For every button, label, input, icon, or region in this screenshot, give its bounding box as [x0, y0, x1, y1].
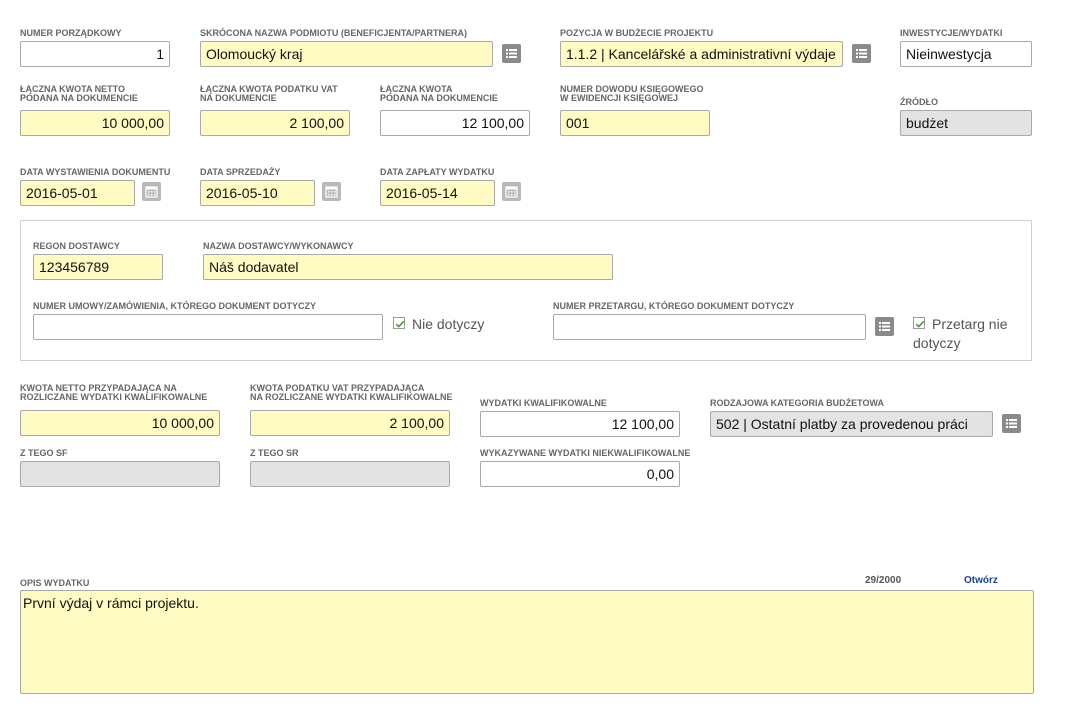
- niekwalifikowalne-label: WYKAZYWANE WYDATKI NIEKWALIFIKOWALNE: [480, 448, 691, 458]
- inwestycje-label: INWESTYCJE/WYDATKI: [900, 29, 1003, 38]
- nie-dotyczy-checkbox[interactable]: [393, 317, 405, 329]
- przetarg-list-button[interactable]: [875, 317, 894, 336]
- list-icon: [1006, 419, 1017, 428]
- numer-przetargu-label: NUMER PRZETARGU, KTÓREGO DOKUMENT DOTYCZ…: [553, 301, 795, 311]
- data-wystawienia-field[interactable]: 2016-05-01: [20, 180, 135, 206]
- inwestycje-field[interactable]: Nieinwestycja: [900, 41, 1032, 67]
- vat-label: ŁĄCZNA KWOTA PODATKU VAT NA DOKUMENCIE: [200, 85, 338, 103]
- z-tego-sf-field: [20, 461, 220, 487]
- kwota-netto-kwal-field[interactable]: 10 000,00: [20, 410, 220, 436]
- kwota-netto-kwal-label-line2: ROZLICZANE WYDATKI KWALIFIKOWALNE: [20, 392, 208, 402]
- kategoria-budzetowa-field[interactable]: 502 | Ostatní platby za provedenou práci: [710, 411, 993, 437]
- numer-porzadkowy-field[interactable]: 1: [20, 41, 170, 67]
- regon-label: REGON DOSTAWCY: [33, 241, 120, 251]
- kwota-vat-kwal-label: KWOTA PODATKU VAT PRZYPADAJĄCA NA ROZLIC…: [250, 384, 452, 402]
- podmiot-label: SKRÓCONA NAZWA PODMIOTU (BENEFICJENTA/PA…: [200, 28, 467, 38]
- przetarg-label-line1: Przetarg nie: [932, 316, 1008, 332]
- nie-dotyczy-label[interactable]: Nie dotyczy: [412, 315, 484, 334]
- pozycja-label: POZYCJA W BUDŻECIE PROJEKTU: [560, 28, 714, 38]
- calendar-icon: [145, 186, 158, 198]
- pozycja-list-button[interactable]: [852, 44, 871, 63]
- opis-open-link[interactable]: Otwórz: [964, 575, 998, 586]
- data-zaplaty-calendar-button[interactable]: [502, 182, 521, 201]
- kategoria-list-button[interactable]: [1002, 414, 1021, 433]
- pozycja-field[interactable]: 1.1.2 | Kancelářské a administrativní vý…: [560, 41, 843, 67]
- wydatki-kwal-label: WYDATKI KWALIFIKOWALNE: [480, 398, 607, 408]
- kwota-label-line2: PODANA NA DOKUMENCIE: [380, 93, 498, 103]
- podmiot-list-button[interactable]: [502, 44, 521, 63]
- opis-wydatku-label: OPIS WYDATKU: [20, 578, 90, 588]
- z-tego-sr-label: Z TEGO SR: [250, 448, 299, 458]
- przetarg-label-line2: dotyczy: [913, 335, 961, 351]
- numer-przetargu-field[interactable]: [553, 314, 866, 340]
- z-tego-sf-label: Z TEGO SF: [20, 448, 68, 458]
- regon-field[interactable]: 123456789: [33, 254, 163, 280]
- data-sprzedazy-field[interactable]: 2016-05-10: [200, 180, 315, 206]
- list-icon: [879, 322, 890, 331]
- dowod-field[interactable]: 001: [560, 110, 710, 136]
- vat-field[interactable]: 2 100,00: [200, 110, 350, 136]
- nazwa-dostawcy-label: NAZWA DOSTAWCY/WYKONAWCY: [203, 241, 354, 251]
- kwota-vat-kwal-field[interactable]: 2 100,00: [250, 410, 450, 436]
- netto-field[interactable]: 10 000,00: [20, 110, 170, 136]
- nazwa-dostawcy-field[interactable]: Náš dodavatel: [203, 254, 613, 280]
- wydatki-kwal-field[interactable]: 12 100,00: [480, 411, 680, 437]
- niekwalifikowalne-field[interactable]: 0,00: [480, 461, 680, 487]
- opis-wydatku-textarea[interactable]: První výdaj v rámci projektu.: [20, 590, 1034, 694]
- data-sprzedazy-label: DATA SPRZEDAŻY: [200, 167, 281, 177]
- dowod-label-line2: W EWIDENCJI KSIĘGOWEJ: [560, 93, 679, 103]
- netto-label-line2: PODANA NA DOKUMENCIE: [20, 93, 138, 103]
- kwota-vat-kwal-label-line2: NA ROZLICZANE WYDATKI KWALIFIKOWALNE: [250, 392, 453, 402]
- kwota-field[interactable]: 12 100,00: [380, 110, 530, 136]
- numer-porzadkowy-label: NUMER PORZĄDKOWY: [20, 28, 122, 38]
- podmiot-field[interactable]: Olomoucký kraj: [200, 41, 493, 67]
- dowod-label: NUMER DOWODU KSIĘGOWEGO W EWIDENCJI KSIĘ…: [560, 85, 704, 103]
- vat-label-line2: NA DOKUMENCIE: [200, 93, 277, 103]
- data-wystawienia-label: DATA WYSTAWIENIA DOKUMENTU: [20, 167, 171, 177]
- calendar-icon: [325, 186, 338, 198]
- opis-char-counter: 29/2000: [865, 575, 902, 586]
- calendar-icon: [505, 186, 518, 198]
- data-zaplaty-label: DATA ZAPŁATY WYDATKU: [380, 167, 495, 177]
- data-zaplaty-field[interactable]: 2016-05-14: [380, 180, 495, 206]
- kwota-netto-kwal-label: KWOTA NETTO PRZYPADAJĄCA NA ROZLICZANE W…: [20, 384, 207, 402]
- netto-label: ŁĄCZNA KWOTA NETTO PODANA NA DOKUMENCIE: [20, 85, 138, 103]
- zrodlo-label: ŹRÓDŁO: [900, 97, 938, 107]
- kategoria-budzetowa-label: RODZAJOWA KATEGORIA BUDŻETOWA: [710, 398, 884, 408]
- z-tego-sr-field: [250, 461, 450, 487]
- data-wystawienia-calendar-button[interactable]: [142, 182, 161, 201]
- kwota-label: ŁĄCZNA KWOTA PODANA NA DOKUMENCIE: [380, 85, 498, 103]
- zrodlo-field: budżet: [900, 110, 1032, 136]
- numer-umowy-field[interactable]: [33, 314, 383, 340]
- list-icon: [506, 49, 517, 58]
- numer-umowy-label: NUMER UMOWY/ZAMÓWIENIA, KTÓREGO DOKUMENT…: [33, 301, 316, 311]
- data-sprzedazy-calendar-button[interactable]: [322, 182, 341, 201]
- checkmark-icon: [395, 320, 405, 328]
- list-icon: [856, 49, 867, 58]
- przetarg-nie-dotyczy-label[interactable]: Przetarg nie dotyczy: [913, 315, 1013, 353]
